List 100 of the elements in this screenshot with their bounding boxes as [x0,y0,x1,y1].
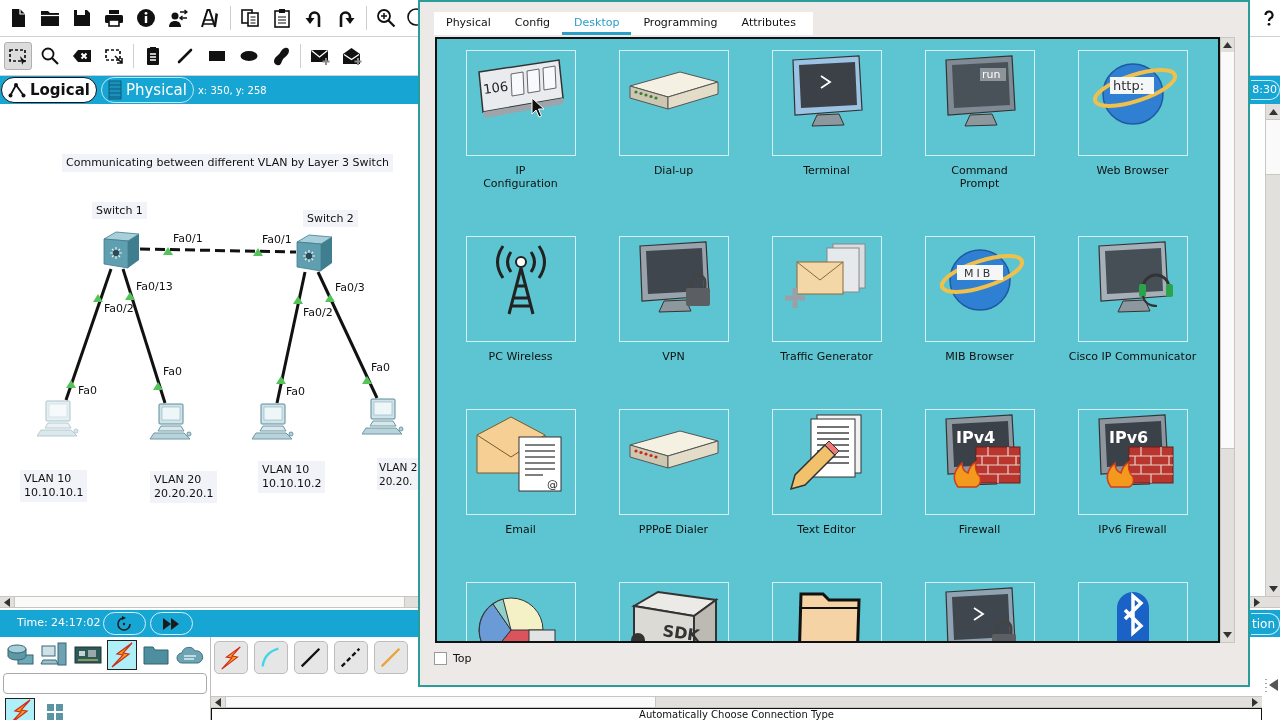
scroll-left-icon [215,697,221,707]
vertical-scrollbar[interactable] [1265,104,1280,596]
app-label: VPN [662,350,685,363]
scroll-down-icon [1223,632,1232,638]
freeform-shape-icon [271,46,291,66]
app-tile[interactable] [1077,236,1188,342]
tab[interactable]: Config [502,12,563,35]
canvas-note: VLAN 20 20.20.20.1 [150,471,218,503]
canvas-note: VLAN 2 20.20. [377,458,420,490]
scroll-down-icon [1268,585,1278,592]
app-label: Web Browser [1096,164,1169,177]
connection-type-button[interactable] [294,641,328,674]
device-type-button[interactable] [5,698,35,720]
dashed-selection-icon [8,46,28,66]
vertical-scrollbar[interactable] [1220,37,1235,643]
info-icon [136,8,156,28]
app-tile[interactable] [618,236,729,342]
device-label: Switch 2 [303,210,358,227]
scrollbar-thumb[interactable] [1221,52,1234,449]
app-tile[interactable]: 106 [465,50,576,156]
connection-type-button[interactable] [334,641,368,674]
app-label: Firewall [958,523,1001,536]
scrollbar-thumb[interactable] [14,597,405,607]
top-checkbox[interactable] [434,652,447,665]
app-label: IPv6 Firewall [1098,523,1167,536]
app-tile[interactable] [771,236,882,342]
scroll-right-icon [1252,697,1258,707]
open-envelope-plus-icon [342,46,362,66]
app-tile[interactable] [618,409,729,515]
person-arrows-icon [168,8,188,28]
printer-icon [104,8,124,28]
canvas-note: VLAN 10 10.10.10.2 [258,461,326,493]
app-tile[interactable] [618,50,729,156]
port-label: Fa0/1 [173,232,203,245]
device-search-field[interactable] [3,673,207,694]
device-label: Switch 1 [92,202,147,219]
app-tile[interactable]: IPv6 [1077,409,1188,515]
lightning-icon [218,644,244,671]
scroll-right-icon [1254,597,1260,607]
zoom-reset-icon [406,8,418,28]
app-label: MIB Browser [945,350,1014,363]
tab[interactable]: Physical [434,12,503,35]
horizontal-scrollbar[interactable] [211,696,1262,708]
canvas-note: VLAN 10 10.10.10.1 [20,470,88,502]
connection-hint: Automatically Choose Connection Type [639,709,834,720]
scroll-left-icon [4,597,10,607]
device-category-button[interactable] [107,640,137,670]
tab[interactable]: Programming [631,12,730,35]
app-label: Email [505,523,536,536]
scrollbar-thumb[interactable] [225,697,656,707]
app-label: PPPoE Dialer [638,523,709,536]
app-tile[interactable]: IPv4 [924,409,1035,515]
folder-icon [40,8,60,28]
computer-server-icon [40,641,68,669]
port-label: Fa0/3 [335,281,365,294]
app-tile[interactable] [1077,582,1188,641]
app-tile[interactable] [771,582,882,641]
network-nodes-icon [8,81,26,99]
port-label: Fa0 [78,384,98,397]
app-tile[interactable] [924,582,1035,641]
cycle-icon [116,615,133,632]
help-button[interactable] [1262,8,1276,28]
app-label: Traffic Generator [780,350,873,363]
view-tab[interactable]: Logical [1,77,97,103]
search-icon [40,46,60,66]
cursor-coordinates: x: 350, y: 258 [197,83,267,98]
port-label: Fa0/2 [104,302,134,315]
mouse-pointer-icon [531,97,545,118]
port-label: Fa0/2 [303,306,333,319]
app-label: PC Wireless [488,350,553,363]
app-tile[interactable] [465,236,576,342]
simulation-time: Time: 24:17:02 [17,615,101,632]
rack-icon [107,80,122,100]
app-label: Text Editor [797,523,856,536]
app-label: Dial-up [653,164,694,177]
app-tile[interactable] [771,409,882,515]
switch-icon[interactable] [103,231,140,269]
app-tile[interactable]: http: [1077,50,1188,156]
switch-icon[interactable] [296,234,333,272]
app-label: Terminal [803,164,850,177]
port-label: Fa0 [163,365,183,378]
scroll-up-icon [1223,42,1232,48]
canvas-note: Communicating between different VLAN by Layer 3 Switch [62,154,393,172]
select-button[interactable] [4,42,32,70]
app-label: Command Prompt [951,164,1008,190]
app-label: IP Configuration [483,164,558,190]
checkbox-label: Top [453,652,472,665]
app-tile[interactable]: MIB [924,236,1035,342]
app-tile[interactable] [465,582,576,641]
port-label: Fa0 [371,361,391,374]
fast-forward-icon [163,617,180,630]
scrollbar-thumb[interactable] [1266,119,1280,175]
app-tile[interactable]: @ [465,409,576,515]
line-icon [175,46,195,66]
scroll-up-icon [1268,108,1278,115]
tab[interactable]: Attributes [729,12,808,35]
port-label: Fa0/13 [136,280,173,293]
port-label: Fa0/1 [262,233,292,246]
dashed-resize-icon [104,46,124,66]
app-tile[interactable] [771,50,882,156]
